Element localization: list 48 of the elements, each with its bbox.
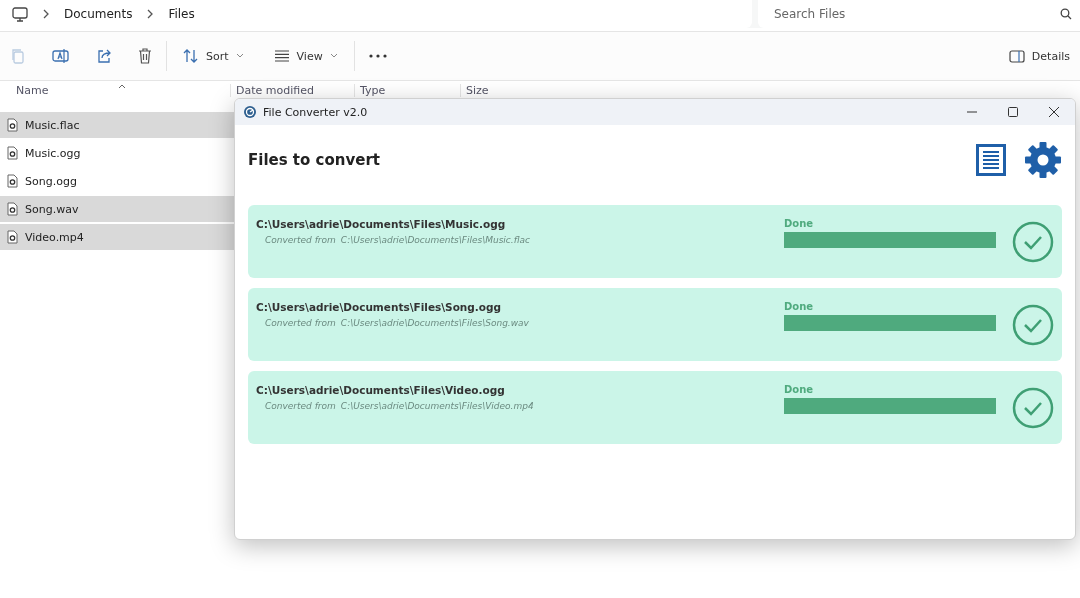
search-icon: [1060, 8, 1072, 20]
maximize-icon[interactable]: [1008, 107, 1018, 117]
app-logo-icon: [243, 105, 257, 119]
source-path: C:\Users\adrie\Documents\Files\Song.wav: [340, 318, 529, 328]
heading: Files to convert: [248, 151, 380, 169]
details-pane-icon: [1008, 49, 1025, 63]
more-icon[interactable]: [368, 54, 387, 58]
search-input[interactable]: Search Files: [772, 2, 1060, 26]
chevron-icon: [42, 9, 50, 19]
breadcrumb-item[interactable]: Files: [168, 7, 195, 21]
converted-from-label: Converted from: [265, 401, 336, 411]
status-label: Done: [784, 301, 815, 312]
status-label: Done: [784, 384, 815, 395]
source-path: C:\Users\adrie\Documents\Files\Video.mp4: [340, 401, 534, 411]
audio-file-icon: [7, 118, 18, 132]
sort-arrows-icon: [183, 48, 199, 64]
search-field[interactable]: Search Files: [758, 0, 1080, 28]
audio-file-icon: [7, 230, 18, 244]
list-icon[interactable]: [976, 144, 1006, 176]
computer-icon: [12, 6, 28, 22]
audio-file-icon: [7, 146, 18, 160]
address-bar[interactable]: Documents Files: [0, 0, 752, 28]
file-row[interactable]: Song.ogg: [0, 168, 307, 194]
audio-file-icon: [7, 174, 18, 188]
output-path: C:\Users\adrie\Documents\Files\Song.ogg: [256, 301, 503, 313]
column-header[interactable]: Size: [460, 84, 526, 97]
breadcrumb-item[interactable]: Documents: [64, 7, 133, 21]
chevron-icon: [146, 9, 155, 19]
audio-file-icon: [7, 202, 18, 216]
details-button[interactable]: Details: [1006, 47, 1072, 65]
settings-icon[interactable]: [1024, 141, 1062, 179]
source-path: C:\Users\adrie\Documents\Files\Music.flac: [340, 235, 530, 245]
sort-button[interactable]: Sort: [181, 46, 246, 66]
caret-icon: [235, 53, 244, 59]
delete-icon[interactable]: [138, 48, 152, 64]
share-icon[interactable]: [96, 48, 112, 64]
output-path: C:\Users\adrie\Documents\Files\Video.ogg: [256, 384, 506, 396]
lines-icon: [273, 50, 290, 62]
rename-icon[interactable]: [52, 48, 70, 64]
column-header[interactable]: Name: [0, 84, 230, 97]
column-header[interactable]: Date modified: [230, 84, 354, 97]
converted-from-label: Converted from: [265, 318, 336, 328]
column-header[interactable]: Type: [354, 84, 460, 97]
sort-caret-icon: [118, 84, 126, 89]
caret-icon: [329, 53, 338, 59]
status-label: Done: [784, 218, 815, 229]
close-icon[interactable]: [1049, 107, 1059, 117]
view-button[interactable]: View: [271, 47, 340, 65]
